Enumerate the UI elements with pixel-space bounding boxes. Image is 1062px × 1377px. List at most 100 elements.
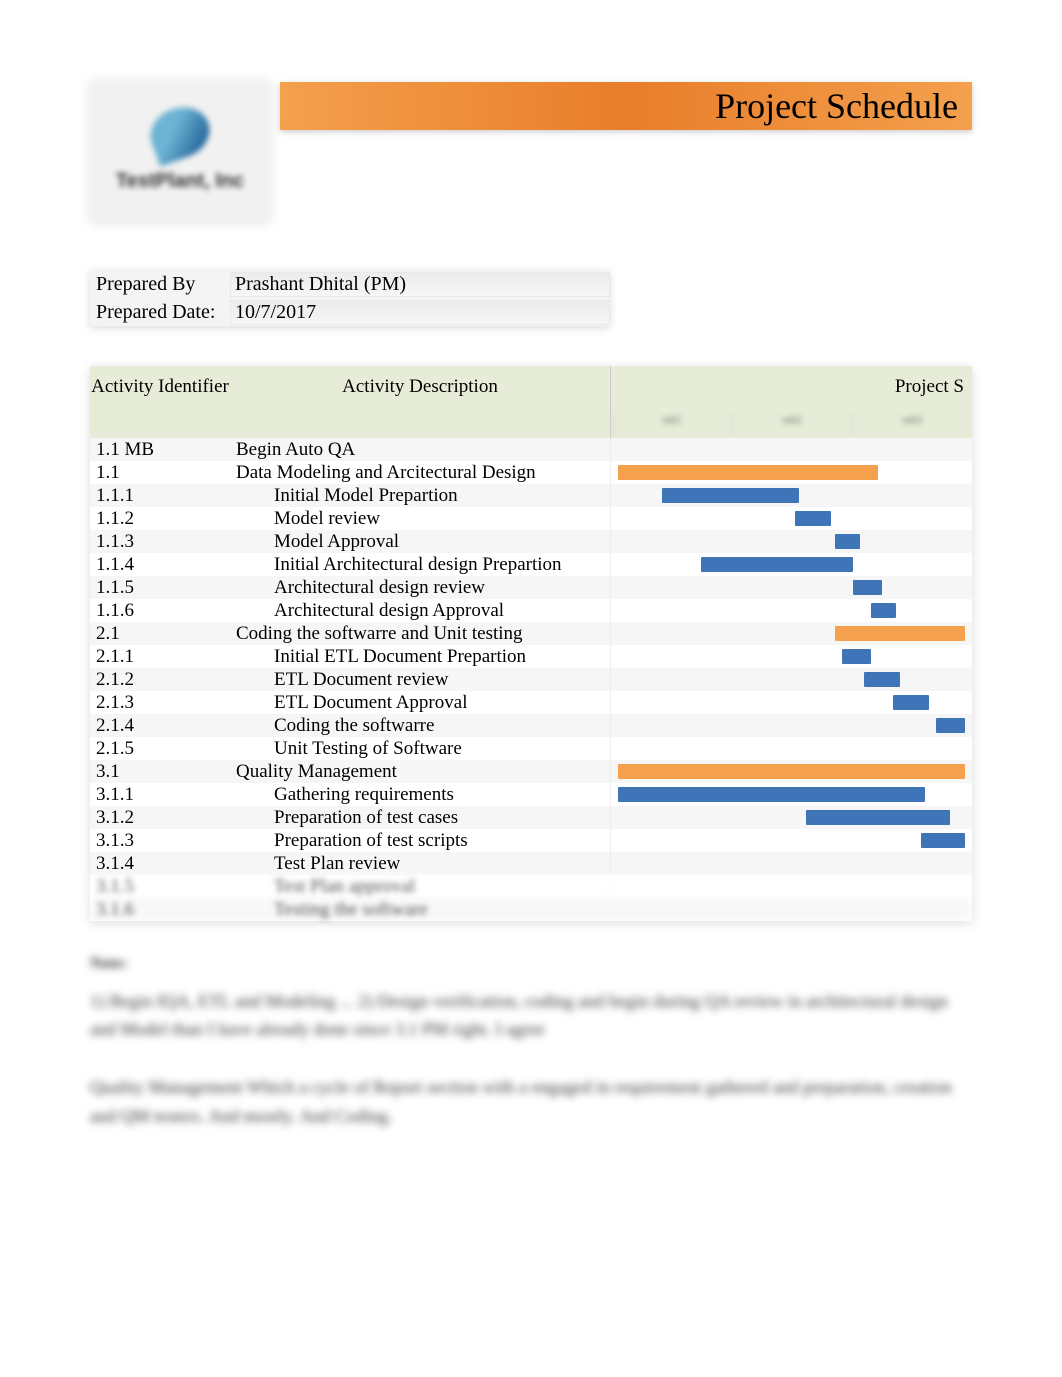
header: TestPlant, Inc Project Schedule bbox=[90, 80, 972, 220]
table-header: Activity Identifier Activity Description… bbox=[90, 366, 972, 438]
prepared-by-label: Prepared By bbox=[90, 273, 230, 296]
gantt-bar bbox=[835, 626, 965, 641]
gantt-cell bbox=[610, 530, 972, 553]
gantt-cell bbox=[610, 875, 972, 898]
activity-desc: Gathering requirements bbox=[230, 784, 610, 806]
activity-desc: Preparation of test scripts bbox=[230, 830, 610, 852]
gantt-bar bbox=[795, 511, 831, 526]
gantt-bar bbox=[936, 718, 965, 733]
meta-row-prepared-by: Prepared By Prashant Dhital (PM) bbox=[90, 270, 610, 298]
table-row: 3.1.3Preparation of test scripts bbox=[90, 829, 972, 852]
notes-section: Note: 1) Begin IQA, ETL and Modeling ...… bbox=[90, 951, 972, 1131]
activity-desc: Initial Architectural design Prepartion bbox=[230, 554, 610, 576]
gantt-cell bbox=[610, 599, 972, 622]
table-row: 1.1.4Initial Architectural design Prepar… bbox=[90, 553, 972, 576]
gantt-axis: wk1wk2wk3 bbox=[611, 414, 972, 434]
table-row: 2.1.3ETL Document Approval bbox=[90, 691, 972, 714]
activity-id: 2.1.1 bbox=[90, 646, 230, 668]
activity-id: 1.1.5 bbox=[90, 577, 230, 599]
table-row: 3.1Quality Management bbox=[90, 760, 972, 783]
table-body: 1.1 MBBegin Auto QA1.1Data Modeling and … bbox=[90, 438, 972, 921]
activity-id: 1.1.3 bbox=[90, 531, 230, 553]
activity-id: 1.1.2 bbox=[90, 508, 230, 530]
activity-desc: Model review bbox=[230, 508, 610, 530]
activity-id: 3.1 bbox=[90, 761, 230, 783]
activity-desc: Initial Model Prepartion bbox=[230, 485, 610, 507]
table-row: 3.1.4Test Plan review bbox=[90, 852, 972, 875]
gantt-bar bbox=[864, 672, 900, 687]
gantt-cell bbox=[610, 507, 972, 530]
table-row: 2.1Coding the softwarre and Unit testing bbox=[90, 622, 972, 645]
table-row: 1.1.6Architectural design Approval bbox=[90, 599, 972, 622]
logo-icon bbox=[143, 99, 216, 167]
activity-desc: Quality Management bbox=[230, 761, 610, 783]
col-activity-id: Activity Identifier bbox=[90, 366, 230, 438]
activity-id: 3.1.6 bbox=[90, 899, 230, 921]
gantt-cell bbox=[610, 806, 972, 829]
table-row: 2.1.1Initial ETL Document Prepartion bbox=[90, 645, 972, 668]
gantt-bar bbox=[618, 764, 965, 779]
activity-desc: Data Modeling and Arcitectural Design bbox=[230, 462, 610, 484]
notes-title: Note: bbox=[90, 951, 972, 977]
gantt-bar bbox=[618, 787, 925, 802]
activity-id: 2.1.2 bbox=[90, 669, 230, 691]
gantt-cell bbox=[610, 668, 972, 691]
table-row: 1.1Data Modeling and Arcitectural Design bbox=[90, 461, 972, 484]
gantt-cell bbox=[610, 829, 972, 852]
gantt-cell bbox=[610, 714, 972, 737]
notes-p2: Quality Management Which a cycle of Repo… bbox=[90, 1073, 972, 1131]
gantt-cell bbox=[610, 783, 972, 806]
gantt-cell bbox=[610, 461, 972, 484]
gantt-header-text: Project S bbox=[895, 376, 964, 397]
gantt-bar bbox=[618, 465, 878, 480]
schedule-table: Activity Identifier Activity Description… bbox=[90, 366, 972, 921]
activity-id: 1.1.6 bbox=[90, 600, 230, 622]
activity-desc: Test Plan review bbox=[230, 853, 610, 875]
activity-id: 3.1.2 bbox=[90, 807, 230, 829]
activity-id: 2.1.3 bbox=[90, 692, 230, 714]
gantt-cell bbox=[610, 852, 972, 875]
activity-desc: Begin Auto QA bbox=[230, 439, 610, 461]
company-name: TestPlant, Inc bbox=[116, 170, 245, 193]
table-row: 3.1.5Test Plan approval bbox=[90, 875, 972, 898]
gantt-cell bbox=[610, 898, 972, 921]
table-row: 2.1.4Coding the softwarre bbox=[90, 714, 972, 737]
meta-row-prepared-date: Prepared Date: 10/7/2017 bbox=[90, 298, 610, 326]
activity-id: 3.1.4 bbox=[90, 853, 230, 875]
table-row: 3.1.2Preparation of test cases bbox=[90, 806, 972, 829]
activity-desc: Preparation of test cases bbox=[230, 807, 610, 829]
table-row: 1.1 MBBegin Auto QA bbox=[90, 438, 972, 461]
col-gantt: Project S wk1wk2wk3 bbox=[610, 366, 972, 438]
gantt-bar bbox=[701, 557, 853, 572]
activity-id: 3.1.3 bbox=[90, 830, 230, 852]
page-title: Project Schedule bbox=[280, 82, 972, 130]
table-row: 1.1.2Model review bbox=[90, 507, 972, 530]
gantt-bar bbox=[806, 810, 950, 825]
activity-desc: Testing the software bbox=[230, 899, 610, 921]
gantt-cell bbox=[610, 645, 972, 668]
gantt-cell bbox=[610, 484, 972, 507]
activity-desc: Unit Testing of Software bbox=[230, 738, 610, 760]
gantt-bar bbox=[835, 534, 860, 549]
gantt-cell bbox=[610, 622, 972, 645]
table-row: 1.1.5Architectural design review bbox=[90, 576, 972, 599]
gantt-bar bbox=[921, 833, 964, 848]
meta-table: Prepared By Prashant Dhital (PM) Prepare… bbox=[90, 270, 610, 326]
activity-id: 2.1.5 bbox=[90, 738, 230, 760]
activity-desc: Test Plan approval bbox=[230, 876, 610, 898]
notes-p1: 1) Begin IQA, ETL and Modeling ... 2) De… bbox=[90, 987, 972, 1045]
activity-id: 1.1 MB bbox=[90, 439, 230, 461]
activity-desc: ETL Document Approval bbox=[230, 692, 610, 714]
activity-desc: Coding the softwarre and Unit testing bbox=[230, 623, 610, 645]
activity-id: 3.1.5 bbox=[90, 876, 230, 898]
activity-id: 1.1 bbox=[90, 462, 230, 484]
gantt-bar bbox=[853, 580, 882, 595]
gantt-cell bbox=[610, 576, 972, 599]
prepared-by-value: Prashant Dhital (PM) bbox=[230, 272, 610, 297]
activity-id: 1.1.1 bbox=[90, 485, 230, 507]
gantt-cell bbox=[610, 737, 972, 760]
activity-desc: ETL Document review bbox=[230, 669, 610, 691]
gantt-bar bbox=[842, 649, 871, 664]
table-row: 3.1.6Testing the software bbox=[90, 898, 972, 921]
col-activity-desc: Activity Description bbox=[230, 366, 610, 438]
